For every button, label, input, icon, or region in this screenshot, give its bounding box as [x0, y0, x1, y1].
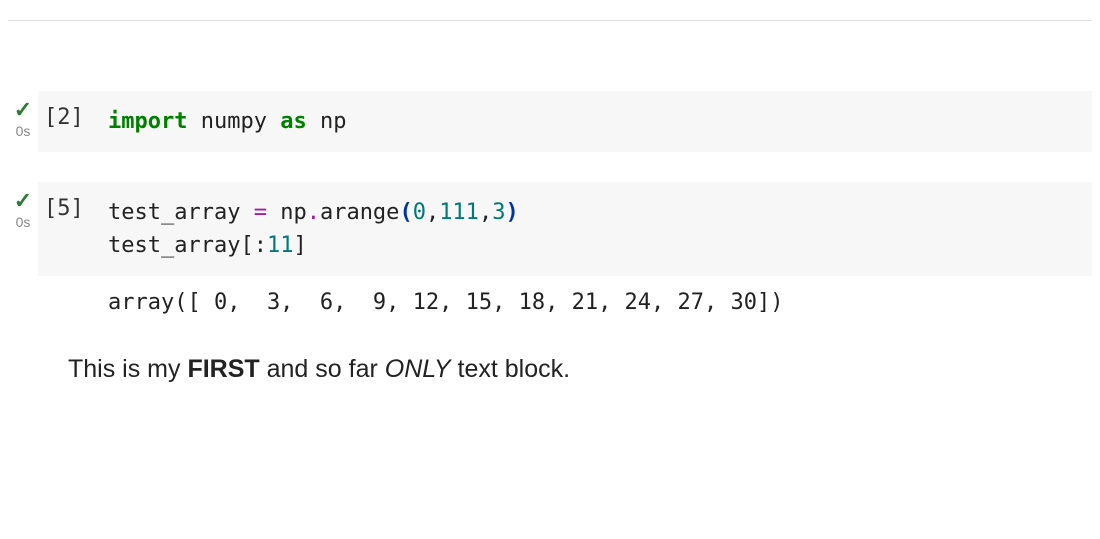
code-cell[interactable]: ✓ 0s [2] import numpy as np [8, 91, 1092, 152]
cell-status: ✓ 0s [8, 182, 38, 315]
code-cell[interactable]: ✓ 0s [5] test_array = np.arange(0,111,3)… [8, 182, 1092, 315]
code-input-row[interactable]: [5] test_array = np.arange(0,111,3) test… [38, 182, 1092, 276]
output-gutter [38, 290, 108, 315]
output-row: array([ 0, 3, 6, 9, 12, 15, 18, 21, 24, … [38, 276, 1092, 315]
markdown-cell[interactable]: This is my FIRST and so far ONLY text bl… [8, 345, 1092, 394]
code-input-row[interactable]: [2] import numpy as np [38, 91, 1092, 152]
execution-time: 0s [16, 123, 31, 139]
code-content[interactable]: import numpy as np [108, 105, 1092, 138]
notebook-area: ✓ 0s [2] import numpy as np ✓ 0s [5] tes… [0, 0, 1100, 414]
check-icon: ✓ [14, 190, 32, 212]
execution-count: [5] [38, 196, 108, 221]
code-content[interactable]: test_array = np.arange(0,111,3) test_arr… [108, 196, 1092, 262]
cell-status: ✓ 0s [8, 91, 38, 152]
check-icon: ✓ [14, 99, 32, 121]
output-text: array([ 0, 3, 6, 9, 12, 15, 18, 21, 24, … [108, 290, 1092, 315]
execution-count: [2] [38, 105, 108, 130]
divider [8, 20, 1092, 21]
execution-time: 0s [16, 214, 31, 230]
